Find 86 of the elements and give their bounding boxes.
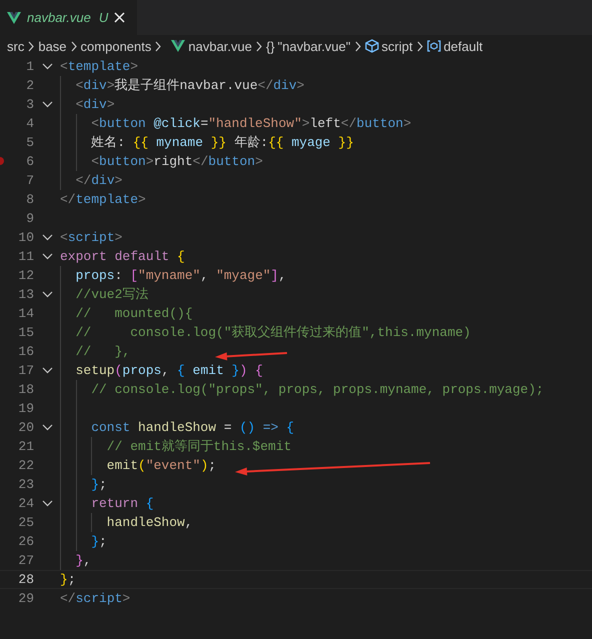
editor-tab[interactable]: navbar.vue U: [0, 0, 138, 35]
code-line: },: [74, 552, 92, 570]
line-number: 6: [25, 153, 34, 171]
code-line: <div>: [74, 96, 115, 114]
chevron-down-icon[interactable]: [42, 367, 52, 374]
line-number: 11: [17, 248, 34, 266]
code-line: // console.log("props", props, props.myname, props.myage);: [90, 381, 544, 399]
line-number: 26: [17, 533, 34, 551]
line-number: 8: [25, 191, 34, 209]
breadcrumb-item[interactable]: navbar.vue: [188, 38, 252, 54]
untracked-status: U: [98, 10, 108, 25]
code-line: return {: [90, 495, 154, 513]
code-line: </script>: [60, 590, 130, 608]
code-line: //vue2写法: [74, 286, 148, 304]
code-line: };: [60, 571, 76, 588]
code-line: <button @click="handleShow">left</button>: [90, 115, 412, 133]
code-line: // emit就等同于this.$emit: [106, 438, 292, 456]
code-line: setup(props, { emit }) {: [74, 362, 263, 380]
close-icon[interactable]: [114, 12, 126, 23]
line-number: 23: [17, 476, 34, 494]
line-number: 25: [17, 514, 34, 532]
line-number: 10: [17, 229, 34, 247]
chevron-down-icon[interactable]: [42, 291, 52, 298]
code-line: };: [90, 533, 107, 551]
chevron-right-icon: [70, 40, 78, 52]
breadcrumb-item[interactable]: default: [444, 38, 483, 54]
code-line: <div>我是子组件navbar.vue</div>: [74, 77, 304, 95]
vue-logo-icon: [7, 10, 21, 24]
line-number: 7: [25, 172, 34, 190]
code-line: handleShow,: [106, 514, 193, 532]
cube-icon: [364, 39, 379, 53]
code-line: // mounted(){: [74, 305, 193, 323]
line-number: 9: [25, 210, 34, 228]
line-number: 22: [17, 457, 34, 475]
code-line: export default {: [60, 248, 185, 266]
line-number: 29: [17, 590, 34, 608]
line-number: 18: [17, 381, 34, 399]
line-number: 3: [25, 96, 34, 114]
chevron-down-icon[interactable]: [42, 101, 52, 108]
code-line: <template>: [60, 58, 138, 76]
line-number: 21: [17, 438, 34, 456]
code-line: const handleShow = () => {: [90, 419, 294, 437]
chevron-right-icon: [154, 40, 162, 52]
breadcrumb-item[interactable]: src: [7, 38, 24, 54]
braces-icon: {}: [266, 38, 275, 54]
breadcrumb-item[interactable]: script: [382, 38, 413, 54]
chevron-down-icon[interactable]: [42, 424, 52, 431]
code-line: // },: [74, 343, 130, 361]
code-line: emit("event");: [106, 457, 216, 475]
code-line: </div>: [74, 172, 122, 190]
line-number: 20: [17, 419, 34, 437]
code-line: <button>right</button>: [90, 153, 263, 171]
code-line: <script>: [60, 229, 122, 247]
line-number: 4: [25, 115, 34, 133]
chevron-right-icon: [354, 40, 362, 52]
line-number: 16: [17, 343, 34, 361]
field-icon: [426, 39, 441, 53]
line-number: 27: [17, 552, 34, 570]
line-number: 28: [17, 571, 34, 588]
line-number: 24: [17, 495, 34, 513]
line-number: 19: [17, 400, 34, 418]
vue-logo-icon: [171, 39, 186, 53]
line-number: 12: [17, 267, 34, 285]
line-number: 13: [17, 286, 34, 304]
line-number: 1: [25, 58, 34, 76]
chevron-right-icon: [254, 40, 263, 52]
breadcrumb-item[interactable]: base: [38, 38, 67, 54]
line-number: 14: [17, 305, 34, 323]
breadcrumb-item[interactable]: components: [80, 38, 152, 54]
code-line: 姓名: {{ myname }} 年龄:{{ myage }}: [90, 134, 354, 152]
tab-label: navbar.vue: [27, 10, 91, 25]
chevron-down-icon[interactable]: [42, 234, 52, 241]
line-number: 17: [17, 362, 34, 380]
chevron-down-icon[interactable]: [42, 63, 52, 70]
chevron-down-icon[interactable]: [42, 500, 52, 507]
line-number: 5: [25, 134, 34, 152]
breadcrumb-item[interactable]: "navbar.vue": [278, 38, 351, 54]
chevron-down-icon[interactable]: [42, 253, 52, 260]
chevron-right-icon: [416, 40, 424, 52]
code-line: props: ["myname", "myage"],: [74, 267, 286, 285]
code-line: };: [90, 476, 107, 494]
line-number: 2: [25, 77, 34, 95]
line-number: 15: [17, 324, 34, 342]
code-line: </template>: [60, 191, 146, 209]
chevron-right-icon: [27, 40, 36, 52]
code-line: // console.log("获取父组件传过来的值",this.myname): [74, 324, 471, 342]
